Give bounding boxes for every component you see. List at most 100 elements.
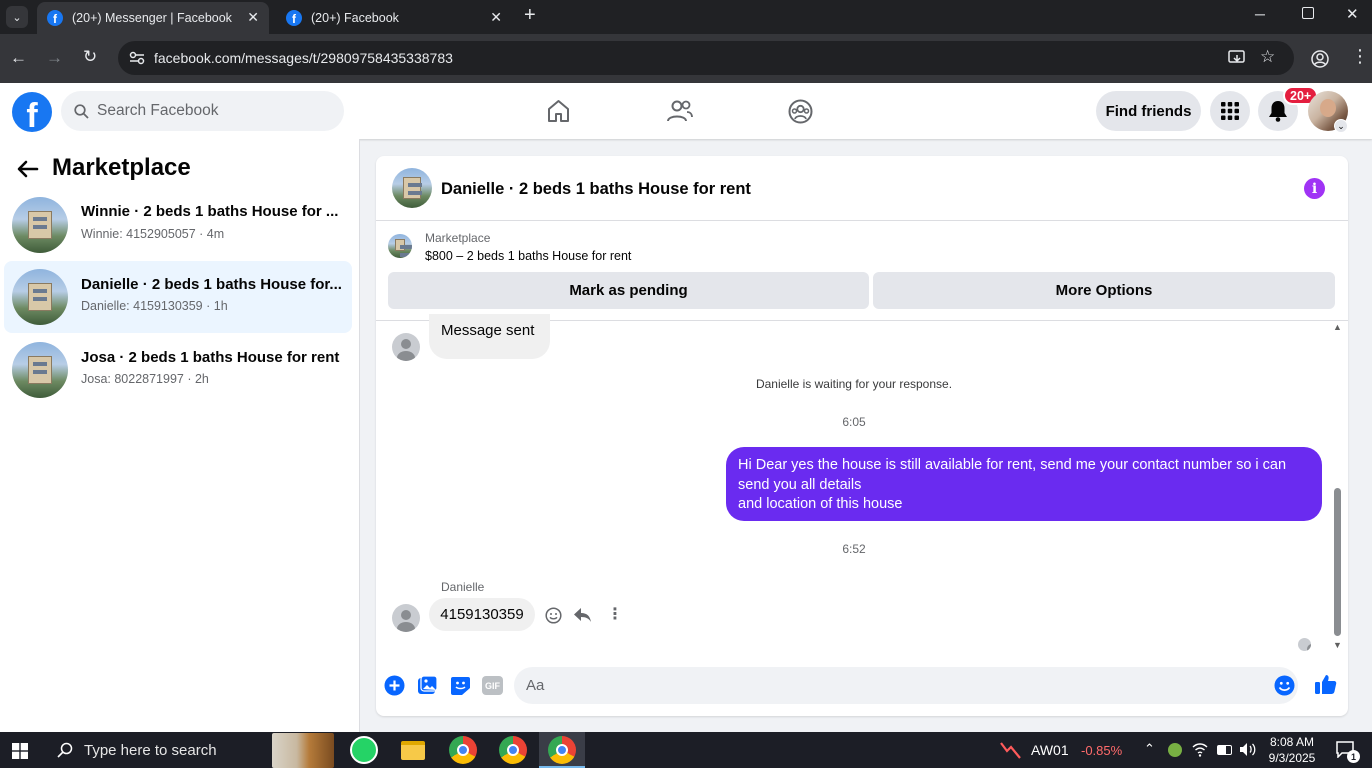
- friends-icon[interactable]: [666, 99, 694, 123]
- volume-icon[interactable]: [1239, 742, 1256, 757]
- scroll-down-arrow[interactable]: ▼: [1333, 640, 1342, 650]
- grid-icon: [1221, 102, 1239, 120]
- menu-grid-button[interactable]: [1210, 91, 1250, 131]
- marketplace-sidebar: Marketplace Winnie · 2 beds 1 baths Hous…: [0, 139, 360, 732]
- windows-start-icon[interactable]: [12, 743, 28, 759]
- listing-label: Marketplace: [425, 231, 491, 245]
- site-settings-icon[interactable]: [129, 51, 145, 65]
- chrome-active-icon[interactable]: [548, 736, 576, 764]
- tab-facebook[interactable]: f (20+) Facebook ✕: [276, 2, 512, 34]
- clock-time[interactable]: 8:08 AM: [1262, 735, 1322, 749]
- outgoing-message-text: Hi Dear yes the house is still available…: [738, 457, 1287, 493]
- windows-taskbar: Type here to search AW01 -0.85% ⌃ 8:08 A…: [0, 732, 1372, 768]
- address-bar[interactable]: facebook.com/messages/t/2980975843533878…: [118, 41, 1294, 75]
- conversation-item-danielle[interactable]: Danielle · 2 beds 1 baths House for... D…: [4, 261, 352, 333]
- close-tab-icon[interactable]: ✕: [247, 9, 259, 26]
- chat-avatar[interactable]: [392, 168, 432, 208]
- gif-icon[interactable]: GIF: [482, 676, 503, 695]
- account-chevron-icon[interactable]: ⌄: [1334, 119, 1348, 133]
- more-options-button[interactable]: More Options: [873, 272, 1335, 309]
- chrome-icon[interactable]: [449, 736, 477, 764]
- back-arrow-icon[interactable]: [17, 160, 39, 178]
- message-input[interactable]: Aa: [514, 667, 1298, 704]
- close-window-icon[interactable]: ✕: [1346, 5, 1359, 23]
- conversation-item-winnie[interactable]: Winnie · 2 beds 1 baths House for ... Wi…: [4, 189, 352, 261]
- battery-icon[interactable]: [1217, 745, 1232, 755]
- close-tab-icon[interactable]: ✕: [490, 9, 502, 26]
- conversation-info-icon[interactable]: i: [1304, 178, 1325, 199]
- outgoing-message-bubble[interactable]: Hi Dear yes the house is still available…: [726, 447, 1322, 521]
- taskbar-search-placeholder: Type here to search: [84, 741, 217, 759]
- more-actions-icon[interactable]: ⋮: [607, 604, 623, 624]
- home-icon[interactable]: [546, 99, 571, 123]
- danielle-avatar[interactable]: [392, 604, 420, 632]
- incoming-message-bubble[interactable]: 4159130359: [429, 598, 535, 631]
- conversation-title: Danielle · 2 beds 1 baths House for...: [81, 276, 342, 293]
- stock-ticker[interactable]: AW01: [1031, 742, 1069, 758]
- bell-icon: [1269, 101, 1287, 122]
- outgoing-message-text: and location of this house: [738, 496, 903, 512]
- back-arrow-icon[interactable]: ←: [10, 48, 27, 68]
- messages-scrollbar[interactable]: [1334, 488, 1341, 636]
- url-text: facebook.com/messages/t/2980975843533878…: [154, 50, 453, 66]
- whatsapp-icon[interactable]: [350, 736, 378, 764]
- conversation-item-josa[interactable]: Josa · 2 beds 1 baths House for rent Jos…: [4, 334, 352, 406]
- search-icon: [74, 104, 89, 119]
- incoming-message-bubble[interactable]: Message sent: [429, 314, 550, 359]
- header-divider: [376, 220, 1348, 221]
- timestamp: 6:05: [842, 415, 866, 429]
- listing-title[interactable]: $800 – 2 beds 1 baths House for rent: [425, 249, 631, 263]
- mark-as-pending-button[interactable]: Mark as pending: [388, 272, 869, 309]
- like-thumb-icon[interactable]: [1314, 673, 1337, 695]
- tray-chevron-icon[interactable]: ⌃: [1144, 741, 1155, 757]
- file-explorer-icon[interactable]: [401, 741, 425, 760]
- emoji-icon[interactable]: [1274, 675, 1295, 696]
- tab-messenger[interactable]: f (20+) Messenger | Facebook ✕: [37, 2, 269, 34]
- reload-icon[interactable]: ↻: [83, 47, 97, 67]
- seen-by-avatar: [1298, 638, 1311, 651]
- search-icon: [57, 742, 73, 758]
- search-facebook-input[interactable]: Search Facebook: [61, 91, 344, 131]
- new-tab-icon[interactable]: +: [524, 4, 536, 27]
- profile-icon[interactable]: [1311, 50, 1329, 68]
- scroll-up-arrow[interactable]: ▲: [1333, 322, 1342, 332]
- stock-chart-icon[interactable]: [1000, 740, 1022, 760]
- conversation-preview: Josa: 8022871997 · 2h: [81, 372, 209, 386]
- notification-count-badge: 1: [1347, 750, 1360, 763]
- tab-search-button[interactable]: ⌄: [6, 6, 28, 28]
- chat-panel: Danielle · 2 beds 1 baths House for rent…: [376, 156, 1348, 716]
- clock-date[interactable]: 9/3/2025: [1262, 751, 1322, 765]
- reply-icon[interactable]: [573, 607, 592, 623]
- find-friends-button[interactable]: Find friends: [1096, 91, 1201, 131]
- chrome-profile-icon[interactable]: [499, 736, 527, 764]
- plus-circle-icon[interactable]: [384, 675, 405, 696]
- search-placeholder: Search Facebook: [97, 102, 219, 119]
- waiting-status-text: Danielle is waiting for your response.: [755, 377, 953, 391]
- listing-thumbnail: [12, 269, 68, 325]
- wifi-icon[interactable]: [1192, 742, 1208, 757]
- tray-app-icon[interactable]: [1168, 743, 1182, 757]
- browser-menu-icon[interactable]: ⋮: [1351, 46, 1369, 67]
- facebook-logo-icon[interactable]: f: [12, 92, 52, 132]
- tab-title: (20+) Facebook: [311, 11, 399, 25]
- sticker-icon[interactable]: [450, 675, 471, 696]
- gallery-icon[interactable]: [417, 675, 438, 696]
- stock-change: -0.85%: [1081, 743, 1123, 758]
- groups-icon[interactable]: [788, 99, 813, 124]
- conversation-preview: Danielle: 4159130359 · 1h: [81, 299, 228, 313]
- listing-thumbnail: [12, 197, 68, 253]
- sidebar-title: Marketplace: [52, 154, 191, 181]
- bookmark-star-icon[interactable]: ☆: [1260, 47, 1275, 67]
- conversation-title: Josa · 2 beds 1 baths House for rent: [81, 349, 340, 366]
- restore-icon[interactable]: [1302, 7, 1314, 19]
- danielle-avatar[interactable]: [392, 333, 420, 361]
- timestamp: 6:52: [842, 542, 866, 556]
- listing-thumbnail[interactable]: [388, 234, 412, 258]
- search-highlight-image: [272, 733, 334, 768]
- chat-title[interactable]: Danielle · 2 beds 1 baths House for rent: [441, 180, 751, 199]
- forward-arrow-icon[interactable]: →: [46, 48, 63, 68]
- minimize-icon[interactable]: ─: [1255, 6, 1265, 22]
- facebook-header: f Search Facebook Find friends 20+ ⌄: [0, 83, 1372, 139]
- react-emoji-icon[interactable]: [545, 607, 562, 624]
- install-app-icon[interactable]: [1228, 50, 1246, 66]
